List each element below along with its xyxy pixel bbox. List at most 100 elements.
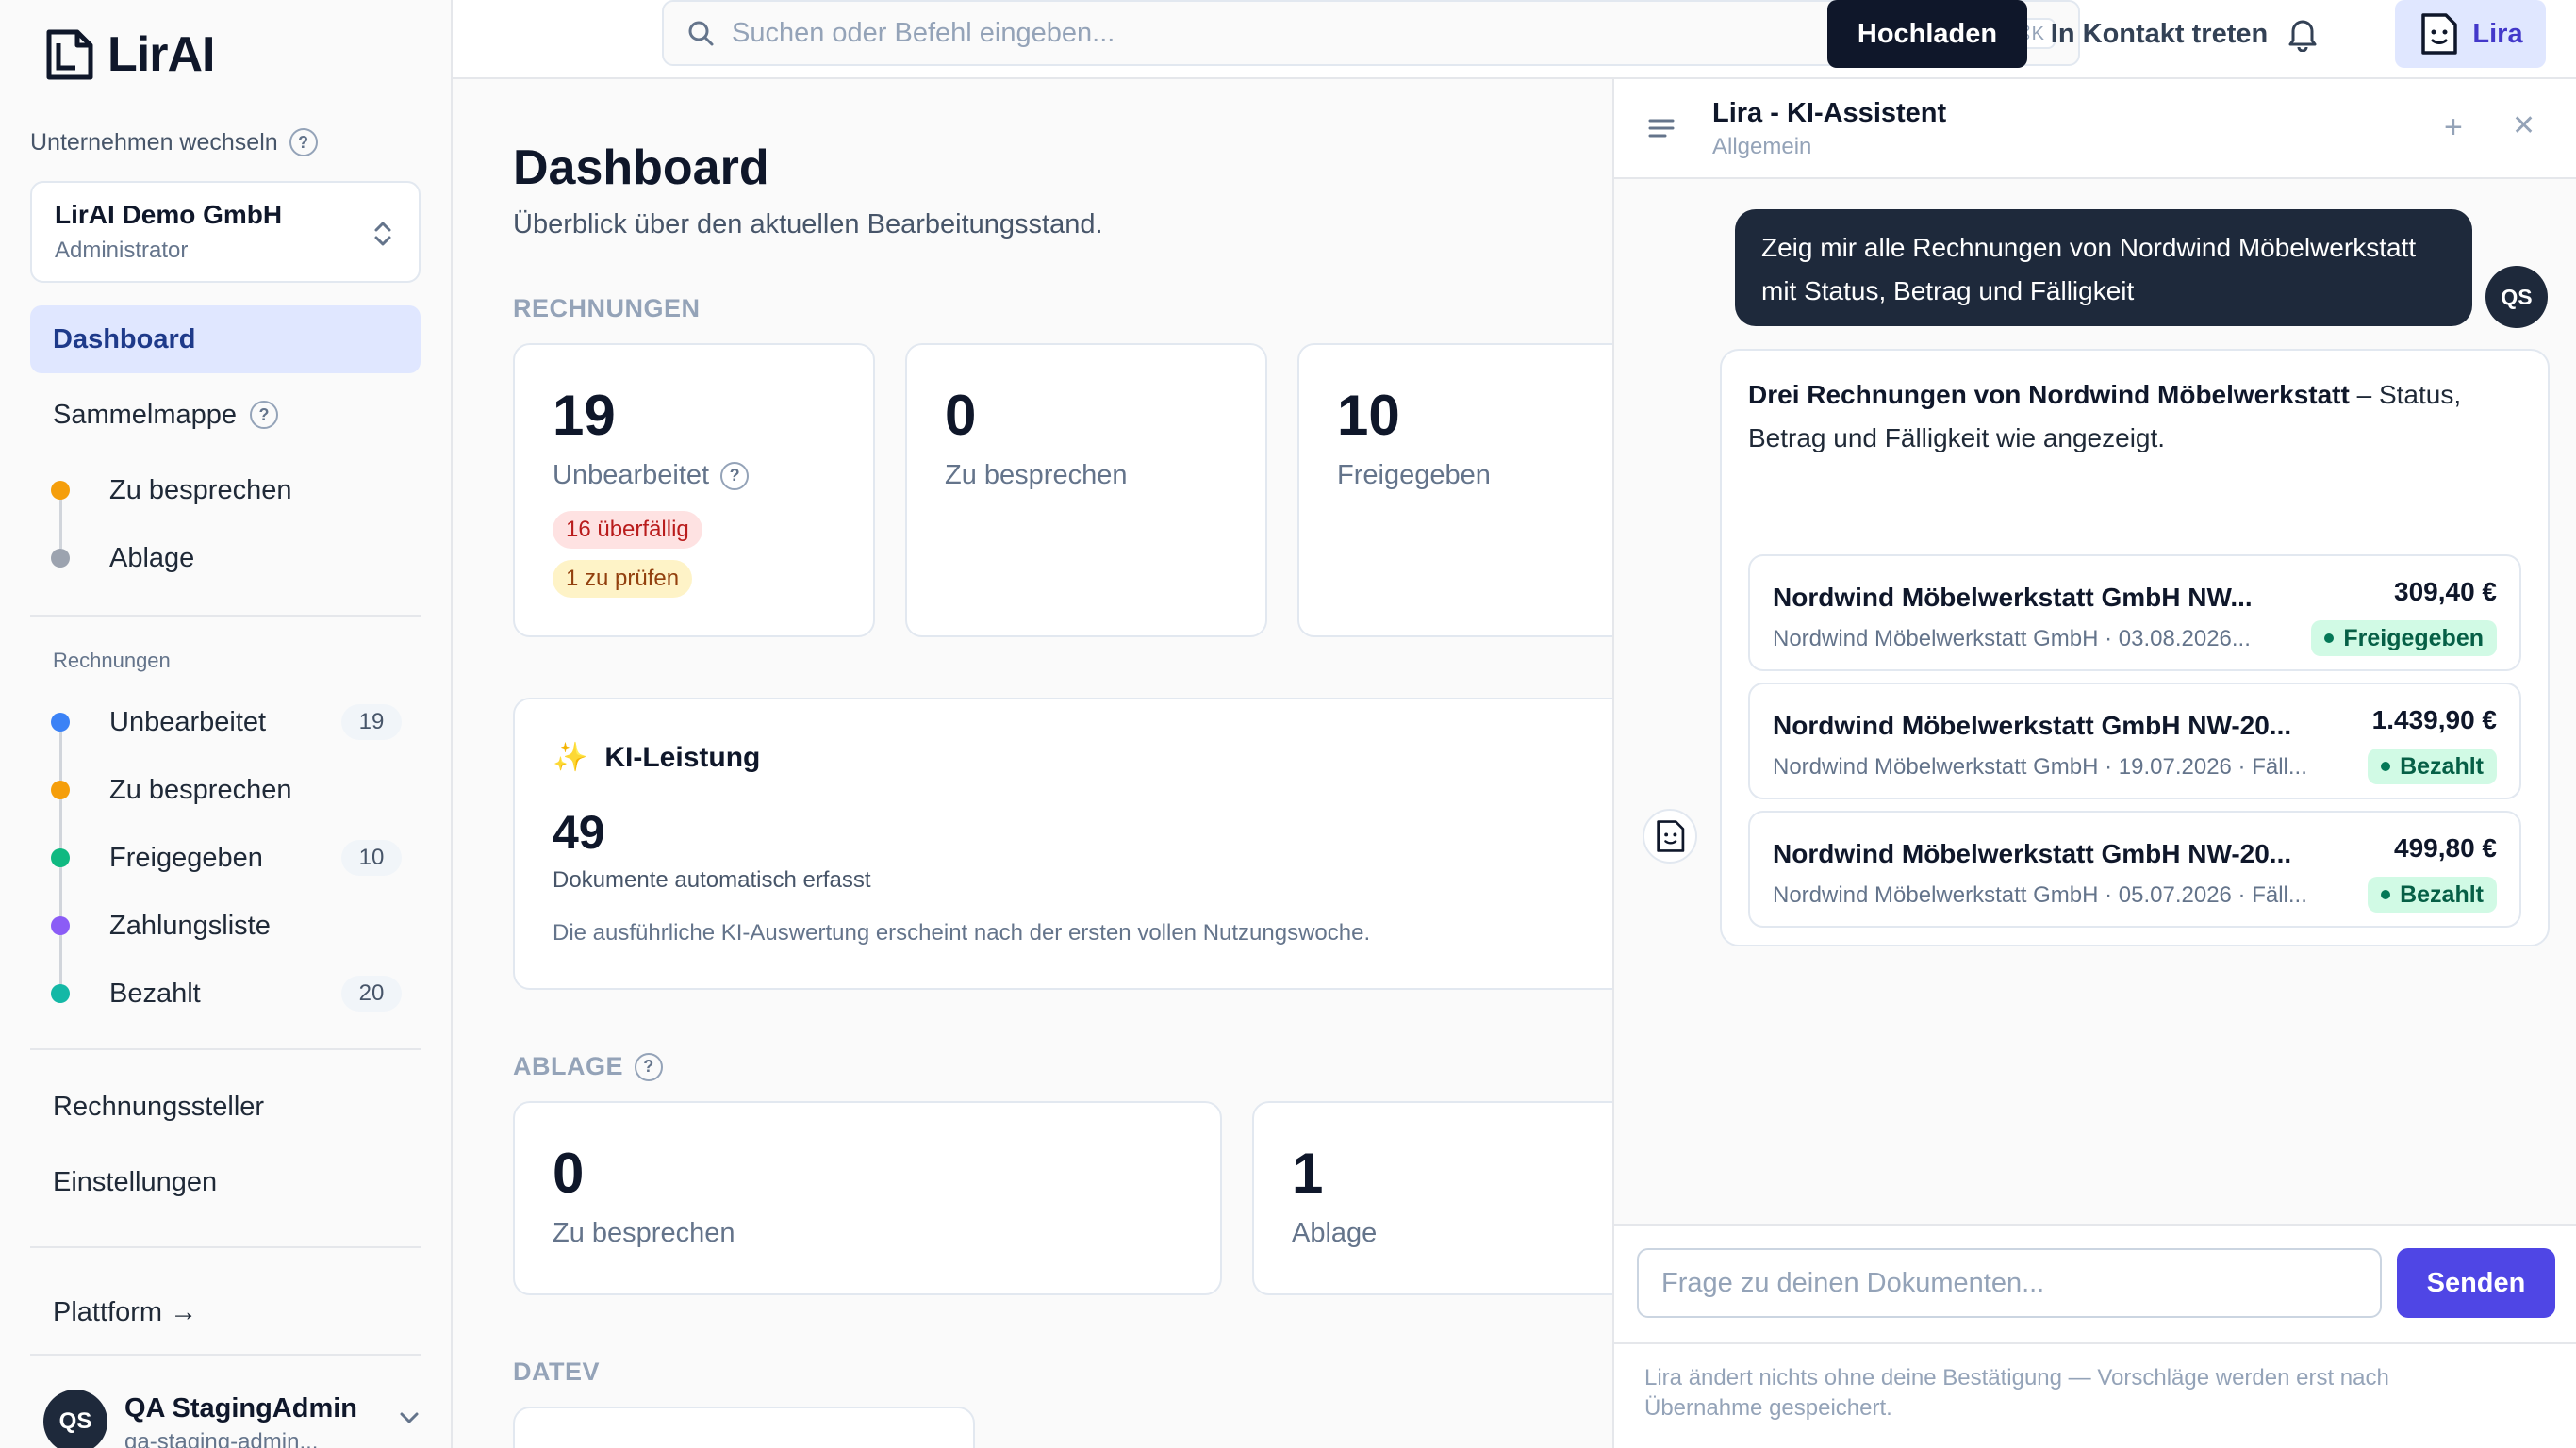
count-badge: 20 [341, 976, 402, 1012]
help-icon[interactable]: ? [289, 128, 318, 156]
invoice-card[interactable]: Nordwind Möbelwerkstatt GmbH NW-20... Nor… [1748, 683, 2521, 799]
sidebar-item-sammelmappe[interactable]: Sammelmappe ? [30, 387, 421, 443]
chat-header: Lira - KI-Assistent Allgemein + ✕ [1614, 79, 2576, 179]
sidebar-item-zahlungsliste[interactable]: Zahlungsliste [30, 897, 421, 954]
help-icon[interactable]: ? [720, 461, 750, 490]
section-heading-text: DATEV [513, 1358, 601, 1386]
company-switch-label: Unternehmen wechseln ? [30, 128, 318, 156]
stat-label: Zu besprechen [945, 460, 1128, 490]
dashboard-main: Dashboard Überblick über den aktuellen B… [453, 81, 1961, 1448]
section-heading-datev: DATEV [513, 1358, 600, 1387]
status-dot [51, 549, 70, 568]
sidebar-item-label: Dashboard [53, 323, 196, 354]
sidebar-item-label: Sammelmappe [53, 399, 238, 430]
divider [30, 1048, 421, 1050]
chat-subtitle: Allgemein [1712, 134, 1812, 159]
divider [30, 615, 421, 617]
send-button[interactable]: Senden [2397, 1248, 2555, 1318]
sidebar-item-ablage[interactable]: Ablage [30, 530, 421, 586]
sidebar-item-dashboard[interactable]: Dashboard [30, 305, 421, 373]
sidebar-item-freigegeben[interactable]: Freigegeben 10 [30, 830, 421, 886]
invoice-meta: Nordwind Möbelwerkstatt GmbH · 03.08.202… [1773, 626, 2251, 651]
status-badge-label: Bezahlt [2400, 880, 2484, 908]
top-bar: ⌘K Hochladen In Kontakt treten Lira [453, 0, 2576, 79]
help-icon[interactable]: ? [635, 1052, 663, 1081]
status-dot [51, 848, 70, 867]
status-dot [51, 984, 70, 1003]
sidebar-item-sammelmappe-zu-besprechen[interactable]: Zu besprechen [30, 462, 421, 518]
chat-composer: Senden Lira ändert nichts ohne deine Bes… [1614, 1224, 2576, 1448]
assistant-message: Drei Rechnungen von Nordwind Möbelwerkst… [1720, 349, 2550, 946]
stat-label: Unbearbeitet ? [553, 460, 750, 491]
sidebar-item-label: Zahlungsliste [109, 910, 271, 941]
sidebar-item-label: Bezahlt [109, 978, 201, 1009]
divider [30, 1246, 421, 1248]
chat-disclaimer: Lira ändert nichts ohne deine Bestätigun… [1644, 1365, 2389, 1421]
invoice-title: Nordwind Möbelwerkstatt GmbH NW... [1773, 583, 2253, 612]
status-badge: Freigegeben [2311, 620, 2497, 656]
status-dot [2381, 890, 2391, 899]
sidebar-item-einstellungen[interactable]: Einstellungen [30, 1154, 421, 1210]
search-icon [688, 21, 714, 46]
stat-value: 19 [553, 384, 616, 447]
overdue-badge[interactable]: 16 überfällig [553, 511, 702, 549]
assistant-intro-bold: Drei Rechnungen von Nordwind Möbelwerkst… [1748, 380, 2350, 409]
stat-label: Zu besprechen [553, 1218, 735, 1248]
invoice-amount: 309,40 € [2394, 577, 2497, 606]
sidebar-item-unbearbeitet[interactable]: Unbearbeitet 19 [30, 694, 421, 750]
ki-title-text: KI-Leistung [604, 741, 761, 773]
sidebar-item-label: Unbearbeitet [109, 706, 267, 737]
user-menu[interactable]: QS QA StagingAdmin qa-staging-admin... [43, 1382, 421, 1448]
ki-note: Die ausführliche KI-Auswertung erscheint… [553, 920, 1371, 946]
sidebar-item-rechnungssteller[interactable]: Rechnungssteller [30, 1078, 421, 1135]
datev-card[interactable] [513, 1407, 975, 1448]
company-role: Administrator [55, 238, 189, 263]
sidebar: LirAI Unternehmen wechseln ? LirAI Demo … [0, 0, 453, 1448]
lira-chat-panel: Lira - KI-Assistent Allgemein + ✕ Zeig m… [1612, 79, 2576, 1448]
invoice-card[interactable]: Nordwind Möbelwerkstatt GmbH NW... Nordwi… [1748, 554, 2521, 671]
divider [1614, 1342, 2576, 1344]
stat-card-unbearbeitet[interactable]: 19 Unbearbeitet ? 16 überfällig 1 zu prü… [513, 343, 875, 637]
ki-card-title: ✨ KI-Leistung [553, 741, 760, 774]
menu-icon[interactable] [1648, 117, 1675, 140]
close-icon[interactable]: ✕ [2512, 109, 2535, 142]
ki-value: 49 [553, 806, 605, 859]
stat-card-ablage-zu-besprechen[interactable]: 0 Zu besprechen [513, 1101, 1222, 1295]
page-subtitle: Überblick über den aktuellen Bearbeitung… [513, 209, 1103, 239]
sidebar-item-zu-besprechen[interactable]: Zu besprechen [30, 762, 421, 818]
company-switcher[interactable]: LirAI Demo GmbH Administrator [30, 181, 421, 283]
sidebar-item-label: Zu besprechen [109, 774, 292, 805]
help-icon[interactable]: ? [250, 401, 279, 429]
to-check-badge[interactable]: 1 zu prüfen [553, 560, 693, 598]
sidebar-item-label: Freigegeben [109, 842, 263, 873]
page-title: Dashboard [513, 140, 769, 195]
stat-value: 10 [1337, 384, 1400, 447]
contact-button[interactable]: In Kontakt treten [2046, 0, 2272, 68]
invoice-meta: Nordwind Möbelwerkstatt GmbH · 19.07.202… [1773, 754, 2307, 780]
chevron-down-icon [400, 1412, 419, 1423]
logo-icon [46, 29, 93, 80]
invoice-amount: 1.439,90 € [2371, 705, 2497, 734]
upload-button[interactable]: Hochladen [1827, 0, 2027, 68]
notifications-button[interactable] [2282, 13, 2323, 55]
app-logo[interactable]: LirAI [43, 26, 215, 83]
sidebar-item-label: Plattform → [53, 1296, 198, 1327]
search-input[interactable] [732, 17, 1985, 49]
invoice-card[interactable]: Nordwind Möbelwerkstatt GmbH NW-20... Nor… [1748, 811, 2521, 928]
chat-input[interactable] [1637, 1248, 2382, 1318]
stat-label: Freigegeben [1337, 460, 1491, 490]
company-switch-text: Unternehmen wechseln [30, 128, 278, 156]
status-dot [2381, 762, 2391, 771]
sidebar-item-bezahlt[interactable]: Bezahlt 20 [30, 965, 421, 1022]
sidebar-item-label: Zu besprechen [109, 474, 292, 505]
new-chat-icon[interactable]: + [2444, 109, 2463, 146]
stat-card-zu-besprechen[interactable]: 0 Zu besprechen [905, 343, 1267, 637]
chat-title: Lira - KI-Assistent [1712, 98, 1947, 128]
sidebar-item-plattform[interactable]: Plattform → [30, 1284, 421, 1341]
invoice-meta: Nordwind Möbelwerkstatt GmbH · 05.07.202… [1773, 882, 2307, 908]
ki-description: Dokumente automatisch erfasst [553, 867, 871, 893]
stat-card-freigegeben[interactable]: 10 Freigegeben [1297, 343, 1660, 637]
lira-button-label: Lira [2472, 18, 2523, 49]
lira-assistant-button[interactable]: Lira [2395, 0, 2546, 68]
sidebar-item-label: Ablage [109, 542, 195, 573]
